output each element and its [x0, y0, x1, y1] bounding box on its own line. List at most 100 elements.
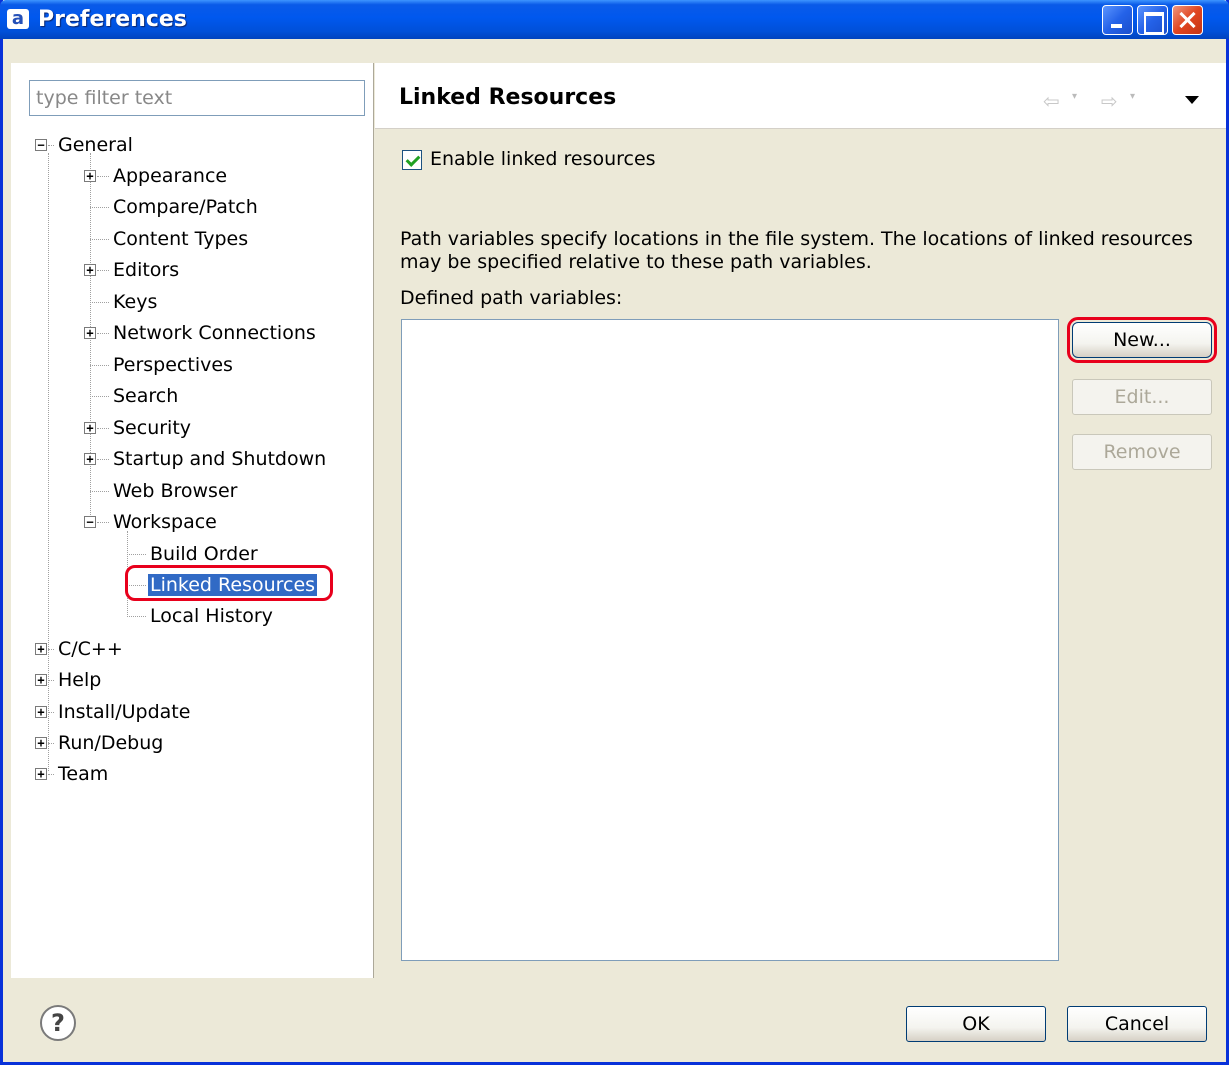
forward-dropdown-icon[interactable]: ▾ — [1130, 91, 1135, 102]
tree-connector — [97, 459, 109, 460]
tree-connector — [90, 302, 109, 303]
maximize-button[interactable] — [1137, 5, 1168, 35]
tree-item-label: Appearance — [113, 165, 228, 187]
close-button[interactable] — [1172, 5, 1203, 35]
view-menu-icon[interactable] — [1185, 96, 1199, 104]
new-button[interactable]: New... — [1067, 317, 1217, 363]
window-title: Preferences — [38, 7, 187, 32]
tree-item[interactable]: Security — [111, 413, 193, 443]
tree-connector — [48, 153, 49, 771]
tree-connector — [90, 365, 109, 366]
description-line-1: Path variables specify locations in the … — [400, 228, 1193, 250]
tree-item-label: General — [58, 134, 133, 156]
expand-icon[interactable]: + — [35, 706, 47, 718]
tree-item[interactable]: Help — [56, 665, 103, 695]
tree-item-label: Run/Debug — [58, 732, 164, 754]
tree-item[interactable]: Network Connections — [111, 318, 318, 348]
tree-connector — [127, 554, 146, 555]
tree-connector — [97, 522, 109, 523]
app-icon: a — [7, 9, 29, 29]
collapse-icon[interactable]: − — [35, 139, 47, 151]
tree-connector — [90, 396, 109, 397]
expand-icon[interactable]: + — [84, 422, 96, 434]
tree-connector — [97, 270, 109, 271]
defined-path-variables-label: Defined path variables: — [400, 287, 623, 309]
tree-item[interactable]: C/C++ — [56, 634, 125, 664]
remove-button[interactable]: Remove — [1072, 434, 1212, 470]
tree-connector — [48, 743, 54, 744]
expand-icon[interactable]: + — [84, 170, 96, 182]
page-title: Linked Resources — [399, 85, 617, 110]
preferences-tree: − General + Appearance Compare/Patch Content … — [11, 63, 374, 978]
expand-icon[interactable]: + — [84, 264, 96, 276]
tree-item[interactable]: General — [56, 130, 135, 160]
tree-connector — [48, 649, 54, 650]
title-bar[interactable]: a Preferences — [0, 0, 1229, 39]
tree-item-label: Install/Update — [58, 701, 191, 723]
description-line-2: may be specified relative to these path … — [400, 251, 872, 273]
tree-item-label: Help — [58, 669, 102, 691]
tree-item-label: Network Connections — [113, 322, 316, 344]
tree-item[interactable]: Editors — [111, 255, 181, 285]
tree-item-label: Web Browser — [113, 480, 238, 502]
back-dropdown-icon[interactable]: ▾ — [1072, 91, 1077, 102]
tree-connector — [90, 491, 109, 492]
tree-connector — [127, 616, 146, 617]
cancel-button[interactable]: Cancel — [1067, 1006, 1207, 1042]
tree-item[interactable]: Compare/Patch — [111, 192, 260, 222]
tree-item-label: Editors — [113, 259, 180, 281]
tree-item-label: Search — [113, 385, 179, 407]
tree-connector — [48, 145, 54, 146]
tree-connector — [48, 774, 54, 775]
collapse-icon[interactable]: − — [84, 516, 96, 528]
tree-item-label: Startup and Shutdown — [113, 448, 327, 470]
tree-item[interactable]: Install/Update — [56, 697, 192, 727]
expand-icon[interactable]: + — [35, 674, 47, 686]
tree-connector — [97, 176, 109, 177]
tree-connector — [90, 239, 109, 240]
tree-connector — [97, 333, 109, 334]
tree-item[interactable]: Perspectives — [111, 350, 235, 380]
expand-icon[interactable]: + — [35, 768, 47, 780]
minimize-button[interactable] — [1102, 5, 1133, 35]
expand-icon[interactable]: + — [84, 327, 96, 339]
back-arrow-icon[interactable]: ⇦ — [1043, 89, 1060, 113]
tree-item-label: Local History — [150, 605, 273, 627]
expand-icon[interactable]: + — [35, 643, 47, 655]
tree-item[interactable]: Local History — [148, 601, 275, 631]
tree-item-label: Security — [113, 417, 192, 439]
expand-icon[interactable]: + — [35, 737, 47, 749]
tree-item[interactable]: Web Browser — [111, 476, 239, 506]
help-icon[interactable]: ? — [40, 1005, 76, 1041]
tree-connector — [90, 207, 109, 208]
tree-item-label: Build Order — [150, 543, 258, 565]
selection-highlight-ring — [125, 565, 333, 601]
tree-item-label: Team — [58, 763, 109, 785]
enable-linked-resources-checkbox[interactable] — [402, 150, 422, 170]
path-variables-list[interactable] — [401, 319, 1059, 961]
ok-button[interactable]: OK — [906, 1006, 1046, 1042]
tree-item[interactable]: Run/Debug — [56, 728, 165, 758]
tree-item[interactable]: Workspace — [111, 507, 219, 537]
edit-button[interactable]: Edit... — [1072, 379, 1212, 415]
tree-item-label: Content Types — [113, 228, 249, 250]
tree-item[interactable]: Startup and Shutdown — [111, 444, 328, 474]
forward-arrow-icon[interactable]: ⇨ — [1101, 89, 1118, 113]
tree-item[interactable]: Keys — [111, 287, 159, 317]
tree-connector — [48, 712, 54, 713]
expand-icon[interactable]: + — [84, 453, 96, 465]
tree-connector — [48, 680, 54, 681]
page-header: Linked Resources ⇦ ▾ ⇨ ▾ — [375, 63, 1226, 129]
tree-item-label: C/C++ — [58, 638, 123, 660]
tree-item[interactable]: Content Types — [111, 224, 250, 254]
tree-item[interactable]: Appearance — [111, 161, 229, 191]
preferences-tree-panel: −General+AppearanceCompare/PatchContent … — [11, 63, 374, 978]
tree-item-label: Workspace — [113, 511, 217, 533]
tree-item-label: Perspectives — [113, 354, 233, 376]
tree-item-label: Keys — [113, 291, 158, 313]
tree-item[interactable]: Team — [56, 759, 110, 789]
tree-item[interactable]: Search — [111, 381, 180, 411]
tree-item-label: Compare/Patch — [113, 196, 258, 218]
tree-connector — [97, 428, 109, 429]
enable-linked-resources-label[interactable]: Enable linked resources — [430, 148, 656, 170]
